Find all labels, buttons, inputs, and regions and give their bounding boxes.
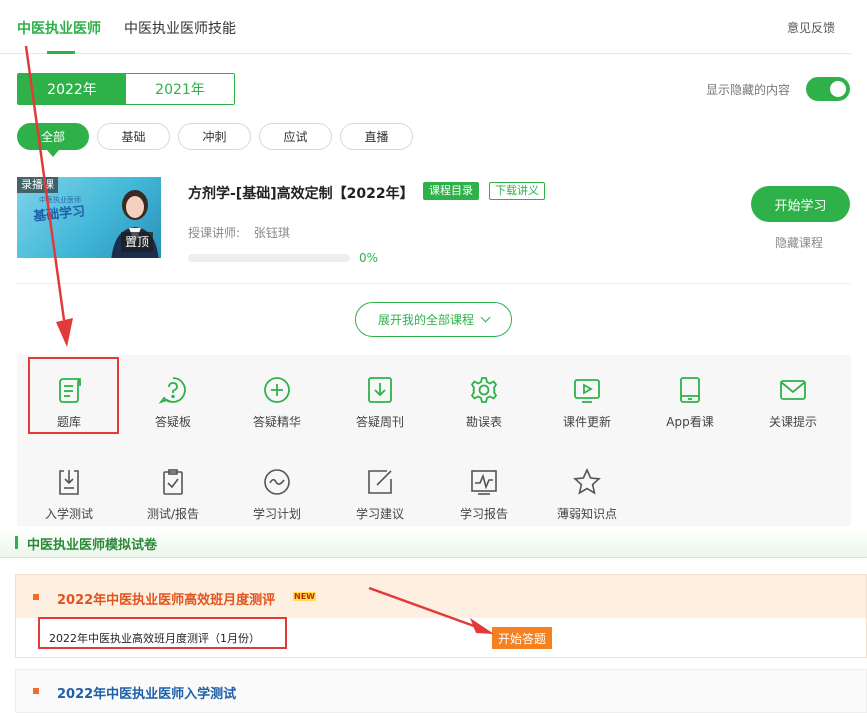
start-learning-button[interactable]: 开始学习 xyxy=(751,186,850,222)
recorded-course-tag: 录播课 xyxy=(17,177,58,193)
tab-zhongyi-jineng[interactable]: 中医执业医师技能 xyxy=(124,18,236,38)
teacher-info: 授课讲师: 张钰琪 xyxy=(188,224,290,241)
tool-label: 答疑周刊 xyxy=(355,415,404,429)
active-filter-pointer xyxy=(47,150,59,157)
tool-label: 测试/报告 xyxy=(146,507,200,521)
tool-courseware-update[interactable]: 课件更新 xyxy=(547,375,627,430)
filter-exam[interactable]: 应试 xyxy=(259,123,332,150)
tool-qa-weekly[interactable]: 答疑周刊 xyxy=(340,375,420,430)
tool-label: 答疑精华 xyxy=(252,415,301,429)
progress-percent: 0% xyxy=(359,251,379,265)
tool-label: 学习建议 xyxy=(355,507,404,521)
expand-all-courses-button[interactable]: 展开我的全部课程 xyxy=(355,302,512,337)
clipboard-check-icon xyxy=(163,469,183,495)
teacher-name: 张钰琪 xyxy=(253,226,290,240)
chevron-down-icon xyxy=(480,312,491,323)
tool-label: 学习计划 xyxy=(252,507,301,521)
course-title[interactable]: 方剂学-[基础]高效定制【2022年】 xyxy=(188,183,414,203)
download-notes-button[interactable]: 下载讲义 xyxy=(489,182,545,200)
course-page: 中医执业医师 中医执业医师技能 意见反馈 2022年 2021年 显示隐藏的内容… xyxy=(0,0,867,716)
wave-circle-icon xyxy=(264,469,290,495)
tool-errata[interactable]: 勘误表 xyxy=(444,375,524,430)
tab-zhongyi-zhiye[interactable]: 中医执业医师 xyxy=(17,18,101,38)
tool-label: 入学测试 xyxy=(44,507,93,521)
tool-label: App看课 xyxy=(666,415,714,429)
filter-live[interactable]: 直播 xyxy=(340,123,413,150)
tool-label: 关课提示 xyxy=(768,415,817,429)
tools-grid: 题库 答疑板 答疑精华 答疑周刊 勘误表 课件更新 App看课 关课提示 入学测… xyxy=(17,355,851,526)
section-accent-bar xyxy=(15,536,18,549)
bullet-square-icon xyxy=(33,594,39,600)
edit-square-icon xyxy=(368,470,392,494)
tablet-icon xyxy=(680,377,700,403)
entrance-test-icon xyxy=(59,470,79,495)
top-tabs: 中医执业医师 中医执业医师技能 意见反馈 xyxy=(0,0,851,54)
download-box-icon xyxy=(368,377,392,403)
tool-study-advice[interactable]: 学习建议 xyxy=(340,467,420,522)
divider xyxy=(17,283,851,284)
qa-board-icon xyxy=(158,377,186,404)
plus-circle-icon xyxy=(264,377,290,403)
exam-card-header[interactable]: 2022年中医执业医师高效班月度测评 NEW xyxy=(16,575,866,618)
highlight-box-question-bank xyxy=(28,357,119,434)
new-badge: NEW xyxy=(293,592,316,601)
tool-label: 答疑板 xyxy=(154,415,191,429)
filter-sprint[interactable]: 冲刺 xyxy=(178,123,251,150)
year-switch: 2022年 2021年 xyxy=(17,73,235,105)
year-2022-button[interactable]: 2022年 xyxy=(18,74,126,104)
year-2021-button[interactable]: 2021年 xyxy=(126,74,234,104)
tool-weak-points[interactable]: 薄弱知识点 xyxy=(547,467,627,522)
expand-label: 展开我的全部课程 xyxy=(377,313,474,327)
play-screen-icon xyxy=(574,379,600,403)
tool-qa-essence[interactable]: 答疑精华 xyxy=(237,375,317,430)
bullet-square-icon xyxy=(33,688,39,694)
tool-label: 学习报告 xyxy=(459,507,508,521)
exam-title[interactable]: 2022年中医执业医师高效班月度测评 xyxy=(57,589,275,608)
show-hidden-toggle[interactable] xyxy=(806,77,850,101)
course-catalog-button[interactable]: 课程目录 xyxy=(423,182,479,200)
exam-card-entrance[interactable]: 2022年中医执业医师入学测试 xyxy=(15,669,867,713)
filter-all[interactable]: 全部 xyxy=(17,123,89,150)
hide-course-link[interactable]: 隐藏课程 xyxy=(775,234,823,251)
tool-qa-board[interactable]: 答疑板 xyxy=(133,375,213,430)
tool-study-plan[interactable]: 学习计划 xyxy=(237,467,317,522)
tool-study-report[interactable]: 学习报告 xyxy=(444,467,524,522)
start-answer-button[interactable]: 开始答题 xyxy=(492,627,552,649)
course-progress-bar xyxy=(188,254,350,262)
tool-test-report[interactable]: 测试/报告 xyxy=(133,467,213,522)
tool-entrance-test[interactable]: 入学测试 xyxy=(29,467,109,522)
chart-report-icon xyxy=(471,470,497,495)
tool-label: 课件更新 xyxy=(562,415,611,429)
teacher-label: 授课讲师: xyxy=(188,226,241,240)
highlight-box-exam-item xyxy=(38,617,287,649)
mock-exam-section-header: 中医执业医师模拟试卷 xyxy=(0,528,867,558)
pin-to-top-button[interactable]: 置顶 xyxy=(121,232,154,252)
arrow-head-down-icon xyxy=(56,318,73,347)
star-icon xyxy=(573,468,601,495)
gear-icon xyxy=(470,377,498,403)
tool-label: 薄弱知识点 xyxy=(556,507,617,521)
filter-basic[interactable]: 基础 xyxy=(97,123,170,150)
tool-label: 勘误表 xyxy=(465,415,502,429)
toggle-knob xyxy=(830,81,846,97)
show-hidden-label: 显示隐藏的内容 xyxy=(706,83,791,97)
mail-icon xyxy=(780,380,806,400)
active-tab-underline xyxy=(47,51,75,54)
feedback-link[interactable]: 意见反馈 xyxy=(787,19,835,36)
tool-course-close-notice[interactable]: 关课提示 xyxy=(753,375,833,430)
exam-title[interactable]: 2022年中医执业医师入学测试 xyxy=(57,683,236,702)
section-title: 中医执业医师模拟试卷 xyxy=(27,538,158,553)
thumbnail-title: 基础学习 xyxy=(32,204,86,225)
tool-app-course[interactable]: App看课 xyxy=(650,375,730,430)
